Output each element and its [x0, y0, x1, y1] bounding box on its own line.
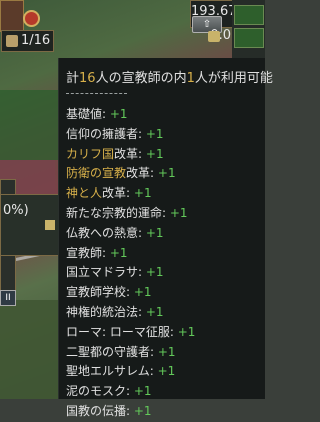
- modifier-colon: :: [150, 166, 158, 181]
- missionary-icon: [6, 35, 18, 47]
- modifier-colon: :: [102, 107, 110, 121]
- modifier-row: 神権的統治法: +1: [66, 303, 195, 323]
- modifier-label: 聖地エルサレム: [66, 364, 150, 379]
- modifier-colon: :: [138, 265, 146, 280]
- missionary-tooltip: 計16人の宣教師の内1人が利用可能 基礎値: +1 信仰の擁護者: +1 カリフ国改…: [58, 58, 273, 418]
- modifier-colon: :: [138, 225, 146, 240]
- modifier-value: +1: [157, 344, 176, 359]
- modifier-label-highlight: 神と人: [66, 186, 103, 201]
- modifier-row: 二聖都の守護者: +1: [66, 343, 195, 363]
- modifier-row: 聖地エルサレム: +1: [66, 362, 195, 382]
- modifier-label: 泥のモスク: [66, 384, 127, 399]
- country-flag-icon[interactable]: [23, 10, 40, 27]
- modifier-colon: :: [102, 245, 110, 260]
- modifier-row: 基礎値: +1: [66, 105, 195, 125]
- modifier-label: 仏教への熱意: [66, 225, 139, 240]
- modifier-label-suffix: 改革: [126, 166, 151, 181]
- tooltip-header: 計16人の宣教師の内1人が利用可能: [66, 71, 273, 86]
- modifier-value: +1: [145, 265, 164, 280]
- level-badge[interactable]: II: [0, 290, 16, 306]
- modifier-colon: :: [138, 304, 146, 319]
- modifier-label: 宣教師学校: [66, 285, 127, 300]
- modifier-value: +1: [157, 364, 176, 379]
- modifier-colon: :: [150, 344, 158, 359]
- gold-icon: [45, 220, 55, 230]
- modifier-value: +1: [109, 245, 128, 260]
- panel-tag[interactable]: [234, 5, 264, 25]
- top-bar: 1/16 193.67 ⇧ 0.0: [0, 0, 265, 60]
- modifier-value: +1: [177, 324, 196, 339]
- side-toggle-button[interactable]: [0, 179, 16, 195]
- modifier-value: +1: [145, 304, 164, 319]
- modifier-colon: :: [162, 205, 170, 220]
- modifier-value: +1: [145, 126, 164, 141]
- modifier-label-suffix: 改革: [102, 186, 127, 201]
- modifier-label: 宣教師: [66, 245, 103, 260]
- map-region[interactable]: [0, 90, 60, 160]
- tooltip-separator: [66, 93, 127, 94]
- modifier-label: 信仰の擁護者: [66, 126, 139, 141]
- modifier-value: +1: [145, 146, 164, 161]
- gold-icon: [208, 31, 220, 42]
- modifier-value: +1: [133, 403, 152, 418]
- modifier-value: +1: [133, 186, 152, 201]
- modifier-colon: :: [126, 186, 134, 201]
- modifier-label: 二聖都の守護者: [66, 344, 151, 359]
- modifier-label-highlight: カリフ国: [66, 146, 115, 161]
- modifier-row: ローマ: ローマ征服: +1: [66, 323, 195, 343]
- modifier-label-highlight: 防衛の宣教: [66, 166, 127, 181]
- modifier-row: 防衛の宣教改革: +1: [66, 164, 195, 184]
- modifier-label-suffix: 改革: [114, 146, 139, 161]
- modifier-label: 国教の伝播: [66, 403, 127, 418]
- modifier-label: 新たな宗教的運命: [66, 205, 163, 220]
- modifier-colon: :: [126, 285, 134, 300]
- modifier-list: 基礎値: +1 信仰の擁護者: +1 カリフ国改革: +1 防衛の宣教改革: +1 神と…: [66, 105, 195, 422]
- modifier-label: ローマ: ローマ征服: [66, 324, 170, 339]
- modifier-row: 宣教師学校: +1: [66, 283, 195, 303]
- modifier-colon: :: [126, 384, 134, 399]
- modifier-row: 神と人改革: +1: [66, 184, 195, 204]
- map-region[interactable]: [0, 300, 60, 399]
- modifier-row: 仏教への熱意: +1: [66, 224, 195, 244]
- modifier-label: 基礎値: [66, 107, 103, 121]
- modifier-colon: :: [169, 324, 178, 339]
- modifier-value: +1: [133, 384, 152, 399]
- modifier-row: 新たな宗教的運命: +1: [66, 204, 195, 224]
- modifier-colon: :: [138, 126, 146, 141]
- modifier-colon: :: [149, 364, 158, 379]
- modifier-value: +1: [169, 205, 188, 220]
- panel-tag[interactable]: [234, 28, 264, 48]
- ruler-portrait[interactable]: [0, 0, 24, 32]
- side-percent: 0%): [3, 203, 29, 218]
- modifier-value: +1: [133, 285, 152, 300]
- modifier-label: 神権的統治法: [66, 304, 139, 319]
- modifier-row: 宣教師: +1: [66, 244, 195, 264]
- modifier-row: 国立マドラサ: +1: [66, 263, 195, 283]
- missionary-count: 1/16: [21, 33, 51, 48]
- modifier-value: +1: [157, 166, 176, 181]
- modifier-value: +1: [109, 107, 128, 121]
- modifier-label: 国立マドラサ: [66, 265, 139, 280]
- side-widget[interactable]: 0%): [0, 194, 60, 256]
- right-panel: [232, 0, 265, 60]
- modifier-colon: :: [138, 146, 146, 161]
- missionary-counter[interactable]: 1/16: [1, 30, 54, 52]
- modifier-colon: :: [126, 403, 134, 418]
- modifier-value: +1: [145, 225, 164, 240]
- modifier-row: カリフ国改革: +1: [66, 145, 195, 165]
- modifier-row: 信仰の擁護者: +1: [66, 125, 195, 145]
- modifier-row: 国教の伝播: +1: [66, 402, 195, 422]
